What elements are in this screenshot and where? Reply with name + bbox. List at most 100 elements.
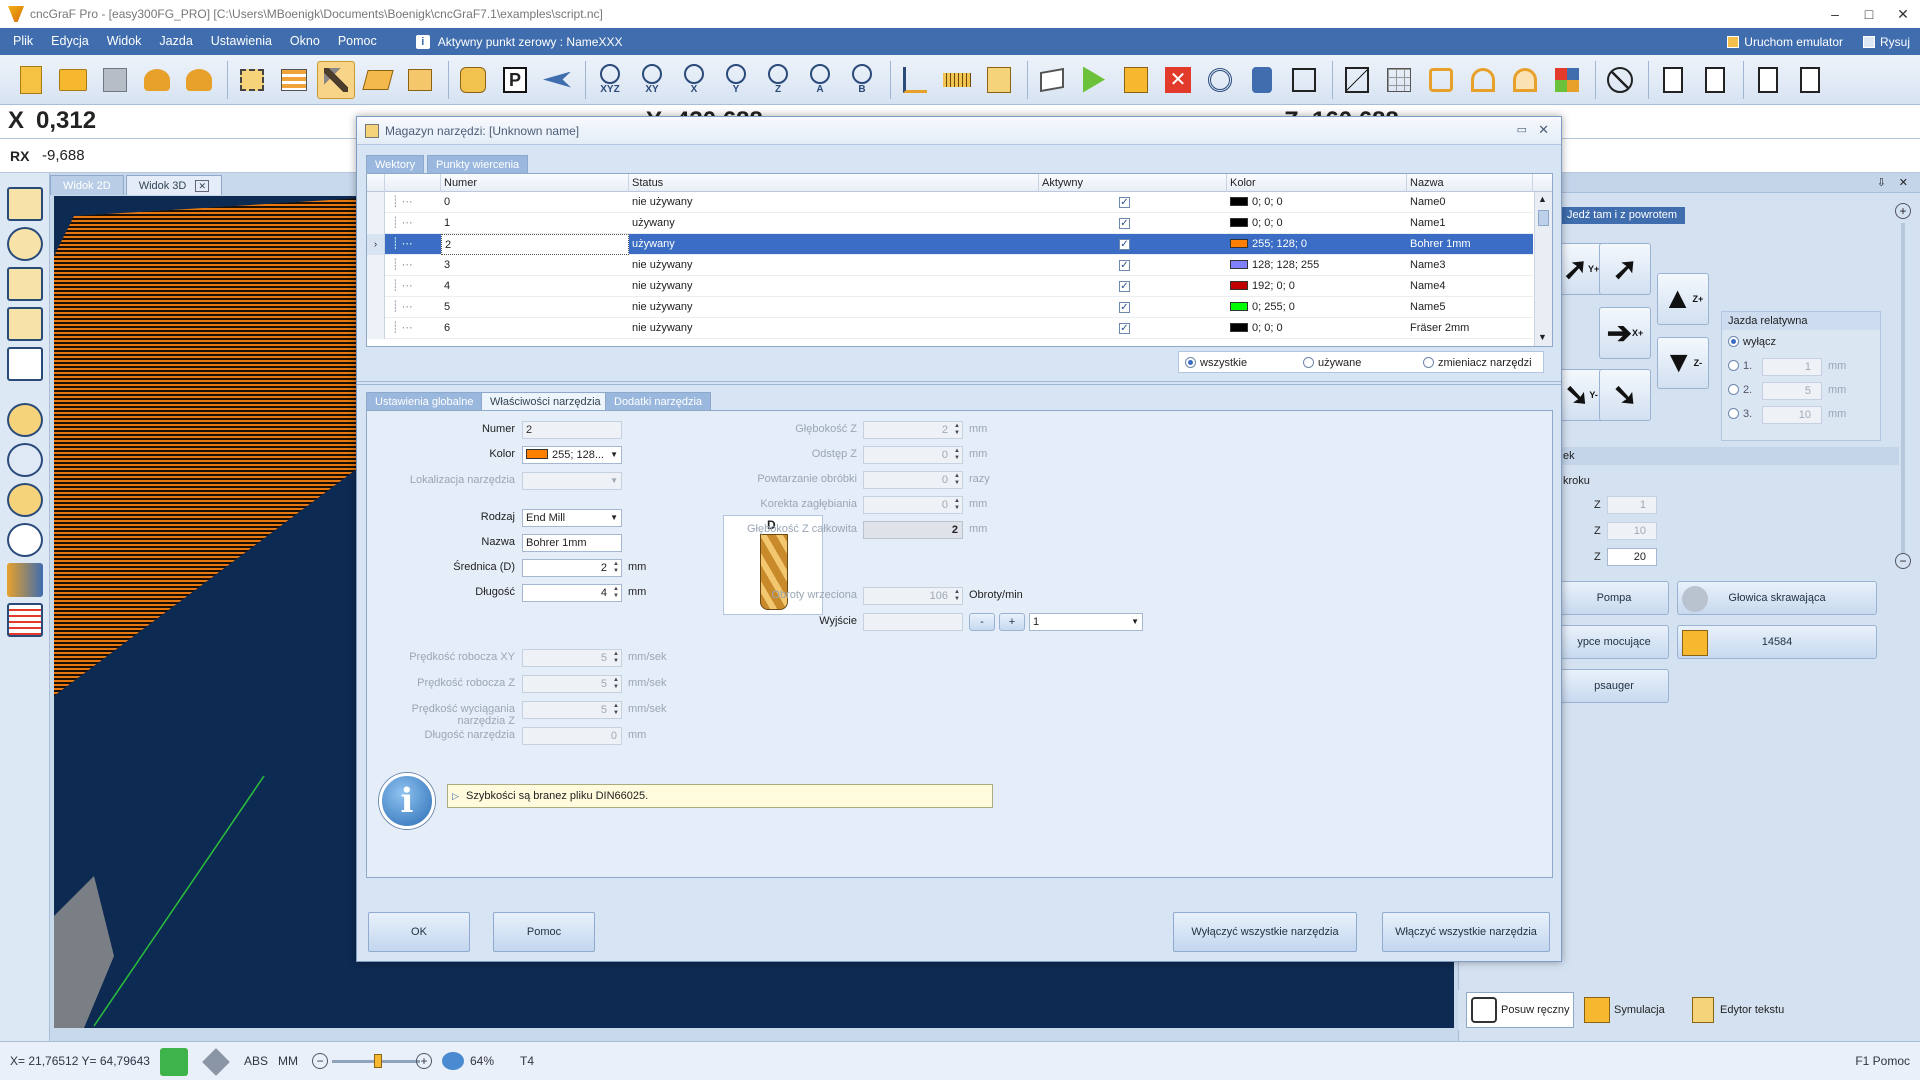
circle-tool-button[interactable] (7, 227, 43, 261)
tab-text-editor[interactable]: Edytor tekstu (1686, 992, 1816, 1028)
jog-zminus-button[interactable]: ▼ Z- (1657, 337, 1709, 389)
expand-icon[interactable]: ▷ (452, 785, 459, 807)
tab-tool-extras[interactable]: Dodatki narzędzia (605, 392, 712, 410)
line-tool-button[interactable] (7, 187, 43, 221)
zoom-slider[interactable] (1901, 223, 1905, 553)
menu-ustawienia[interactable]: Ustawienia (202, 28, 281, 55)
enable-all-tools-button[interactable]: Włączyć wszystkie narzędzia (1382, 912, 1550, 952)
help-hint[interactable]: F1 Pomoc (1855, 1054, 1910, 1068)
col-color[interactable]: Kolor (1227, 174, 1407, 192)
pump-button[interactable]: Pompa (1559, 581, 1669, 615)
dialog-maximize-button[interactable]: ▭ (1517, 123, 1527, 136)
spin-icon[interactable]: ▲ ▼ (613, 586, 619, 600)
vacuum-button[interactable]: psauger (1559, 669, 1669, 703)
park-button[interactable]: P (496, 61, 534, 99)
export-button[interactable] (1749, 61, 1787, 99)
tab-view-3d[interactable]: Widok 3D ✕ (125, 175, 222, 195)
open-file-button[interactable] (54, 61, 92, 99)
type-select[interactable]: End Mill ▼ (522, 509, 622, 527)
output-minus-button[interactable]: - (969, 613, 995, 631)
table-row[interactable]: ┊ ⋯ 6 nie używany ✓ 0; 0; 0 Fräser 2mm (367, 318, 1533, 339)
relative-step-1[interactable]: 1 (1762, 358, 1822, 376)
scroll-thumb[interactable] (1538, 210, 1549, 226)
offset-z-input[interactable]: 0 ▲ ▼ (863, 446, 963, 464)
close-tab-icon[interactable]: ✕ (195, 180, 209, 192)
diameter-input[interactable]: 2 ▲ ▼ (522, 559, 622, 577)
menu-plik[interactable]: Plik (4, 28, 42, 55)
table-row[interactable]: ┊ ⋯ 3 nie używany ✓ 128; 128; 255 Name3 (367, 255, 1533, 276)
tool-active-checkbox[interactable]: ✓ (1119, 281, 1130, 292)
goto-xyz-button[interactable]: XYZ (591, 61, 629, 99)
zoom-in-icon[interactable]: + (416, 1053, 432, 1069)
pin-icon[interactable]: ⇩ (1877, 176, 1886, 189)
col-name[interactable]: Nazwa (1407, 174, 1533, 192)
row-header[interactable] (367, 297, 385, 318)
mirror-button[interactable] (1338, 61, 1376, 99)
z-step-input-2[interactable]: 10 (1607, 522, 1657, 540)
spin-icon[interactable]: ▲ ▼ (954, 423, 960, 437)
spin-icon[interactable]: ▲ ▼ (613, 703, 619, 717)
jog-diag2-button[interactable]: ➘ (1599, 369, 1651, 421)
jog-xplus-button[interactable]: ➔ X+ (1599, 307, 1651, 359)
row-header[interactable] (367, 192, 385, 213)
spin-icon[interactable]: ▲ ▼ (613, 561, 619, 575)
workpiece-button[interactable] (401, 61, 439, 99)
zoom-slider-thumb[interactable] (374, 1054, 382, 1068)
spin-icon[interactable]: ▲ ▼ (613, 677, 619, 691)
tool-location-select[interactable]: ▼ (522, 472, 622, 490)
grid-snap-icon[interactable] (202, 1048, 230, 1076)
goto-b-button[interactable]: B (843, 61, 881, 99)
retract-speed-input[interactable]: 5 ▲ ▼ (522, 701, 622, 719)
page-button[interactable] (1654, 61, 1692, 99)
length-input[interactable]: 4 ▲ ▼ (522, 584, 622, 602)
start-button[interactable] (1075, 61, 1113, 99)
relative-step-3[interactable]: 10 (1762, 406, 1822, 424)
measure-button[interactable] (938, 61, 976, 99)
filter-used-radio[interactable]: używane (1303, 357, 1361, 369)
layers-button[interactable] (275, 61, 313, 99)
list-button[interactable] (7, 603, 43, 637)
spin-icon[interactable]: ▲ ▼ (954, 473, 960, 487)
menu-jazda[interactable]: Jazda (150, 28, 201, 55)
pause-button[interactable] (1117, 61, 1155, 99)
row-header[interactable] (367, 318, 385, 339)
clamps-button[interactable]: ypce mocujące (1559, 625, 1669, 659)
new-file-button[interactable] (12, 61, 50, 99)
output-field[interactable] (863, 613, 963, 631)
table-scrollbar[interactable]: ▲ ▼ (1534, 192, 1552, 346)
tool-magazine-button[interactable] (317, 60, 355, 99)
draw-button[interactable]: Rysuj (1853, 35, 1920, 49)
run-emulator-button[interactable]: Uruchom emulator (1717, 35, 1853, 49)
zoom-fit-icon[interactable] (442, 1052, 464, 1070)
offset-button[interactable] (1422, 61, 1460, 99)
tool-active-checkbox[interactable]: ✓ (1119, 239, 1130, 250)
settings-button[interactable] (454, 61, 492, 99)
unit-toggle[interactable]: MM (278, 1054, 298, 1068)
text-tool-button[interactable] (7, 307, 43, 341)
ok-button[interactable]: OK (368, 912, 470, 952)
col-number[interactable]: Numer (441, 174, 629, 192)
spindle-speed-input[interactable]: 106 ▲ ▼ (863, 587, 963, 605)
table-row[interactable]: ┊ ⋯ 0 nie używany ✓ 0; 0; 0 Name0 (367, 192, 1533, 213)
snap-icon[interactable] (160, 1048, 188, 1076)
row-header[interactable] (367, 276, 385, 297)
spin-icon[interactable]: ▲ ▼ (613, 651, 619, 665)
stop-button[interactable]: ✕ (1159, 61, 1197, 99)
spindle-speed-button[interactable]: 14584 (1677, 625, 1877, 659)
goto-y-button[interactable]: Y (717, 61, 755, 99)
spindle-button[interactable]: Głowica skrawająca (1677, 581, 1877, 615)
menu-edycja[interactable]: Edycja (42, 28, 98, 55)
select-tool-button[interactable] (233, 61, 271, 99)
col-active[interactable]: Aktywny (1039, 174, 1227, 192)
filter-all-radio[interactable]: wszystkie (1185, 357, 1247, 369)
feed-xy-input[interactable]: 5 ▲ ▼ (522, 649, 622, 667)
number-field[interactable]: 2 (522, 421, 622, 439)
name-input[interactable]: Bohrer 1mm (522, 534, 622, 552)
tab-simulation[interactable]: Symulacja (1580, 992, 1680, 1028)
tab-global-settings[interactable]: Ustawienia globalne (366, 392, 483, 410)
move-button[interactable] (7, 563, 43, 597)
zoom-window-button[interactable] (7, 443, 43, 477)
report-button[interactable] (1696, 61, 1734, 99)
view-3d-button[interactable] (1033, 61, 1071, 99)
row-header[interactable]: › (367, 234, 385, 255)
